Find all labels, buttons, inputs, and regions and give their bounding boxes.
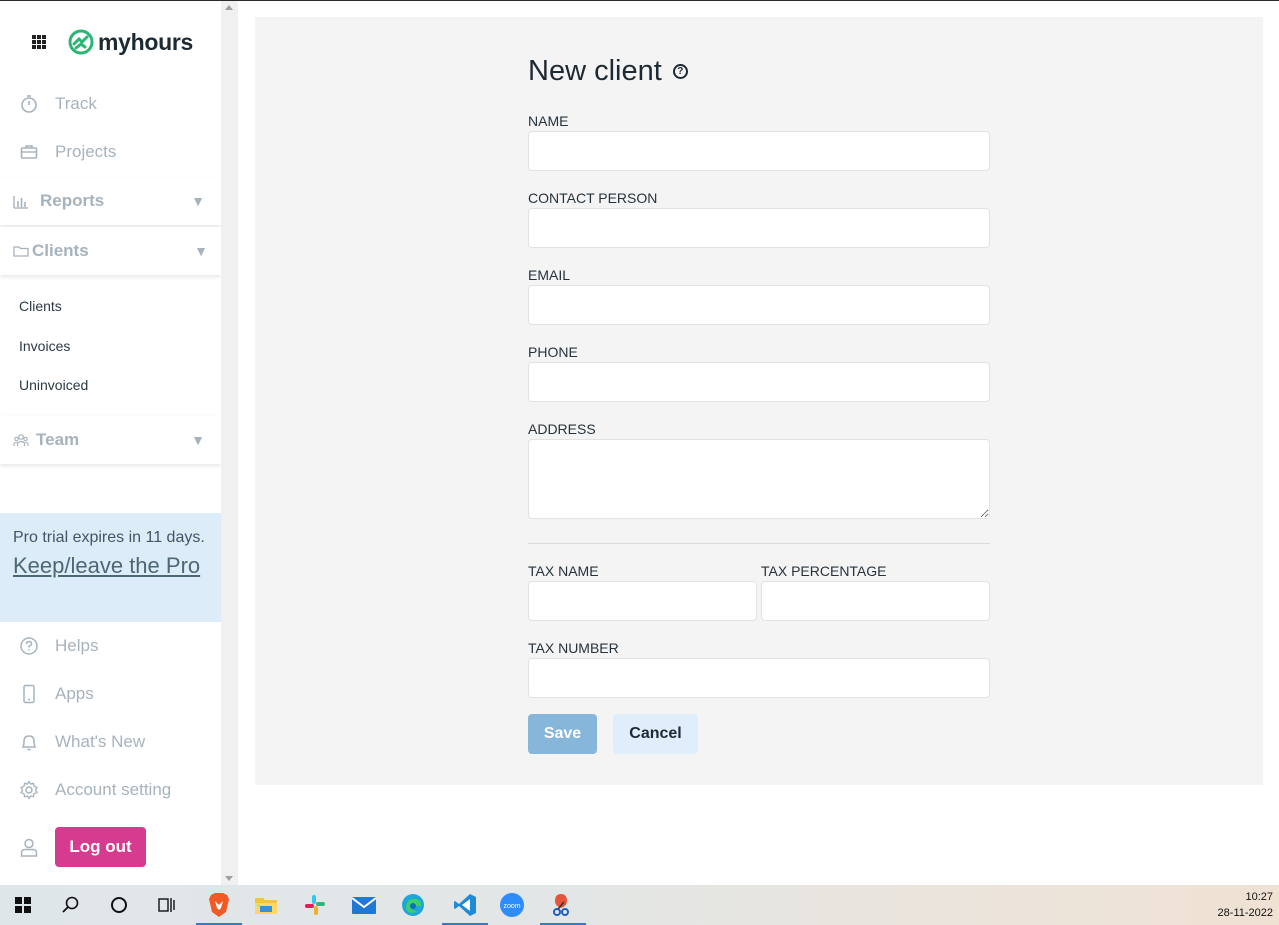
tax-percentage-input[interactable]: [761, 581, 990, 621]
section-reports-label: Reports: [40, 191, 105, 210]
nav-whats-new[interactable]: What's New: [0, 722, 221, 762]
cancel-button[interactable]: Cancel: [613, 714, 698, 754]
nav-projects-label: Projects: [55, 142, 117, 161]
system-clock[interactable]: 10:27 28-11-2022: [1218, 889, 1273, 921]
sidebar-subitem-clients[interactable]: Clients: [19, 298, 62, 314]
phone-label: PHONE: [528, 344, 578, 360]
pro-trial-text: Pro trial expires in 11 days.: [13, 529, 205, 546]
chevron-down-icon: ▼: [191, 432, 205, 448]
tax-number-label: TAX NUMBER: [528, 640, 619, 656]
task-view-icon[interactable]: [152, 890, 182, 920]
address-textarea[interactable]: [528, 439, 990, 519]
folder-icon: [13, 246, 29, 257]
chevron-down-icon: ▼: [191, 193, 205, 209]
help-icon[interactable]: ?: [672, 64, 688, 79]
svg-text:zoom: zoom: [503, 903, 520, 910]
nav-apps-label: Apps: [55, 684, 94, 703]
nav-account-setting[interactable]: Account setting: [0, 770, 221, 810]
tax-name-input[interactable]: [528, 581, 757, 621]
pro-trial-banner: Pro trial expires in 11 days. Keep/leave…: [0, 513, 221, 622]
stopwatch-icon: [21, 95, 37, 113]
briefcase-icon: [20, 145, 38, 159]
slack-icon[interactable]: [300, 890, 330, 920]
logout-button[interactable]: Log out: [55, 827, 146, 867]
scroll-up-arrow-icon[interactable]: [225, 5, 233, 10]
clock-time: 10:27: [1245, 891, 1273, 903]
tax-number-input[interactable]: [528, 658, 990, 698]
tax-percentage-label: TAX PERCENTAGE: [761, 563, 887, 579]
brave-browser-icon[interactable]: [196, 890, 242, 925]
zoom-icon[interactable]: zoom: [497, 890, 527, 920]
brand-name: myhours: [98, 28, 194, 55]
nav-track-label: Track: [55, 94, 97, 113]
team-icon: [13, 434, 29, 446]
nav-projects[interactable]: Projects: [0, 132, 221, 172]
email-input[interactable]: [528, 285, 990, 325]
page-title: New client: [528, 55, 662, 87]
myhours-logo-icon: [68, 29, 94, 55]
brand-logo[interactable]: myhours: [68, 28, 193, 56]
scroll-down-arrow-icon[interactable]: [225, 876, 233, 881]
section-clients[interactable]: Clients ▼: [0, 227, 221, 275]
nav-track[interactable]: Track: [0, 84, 221, 124]
windows-taskbar: zoom 10:27 28-11-2022: [0, 885, 1279, 925]
name-input[interactable]: [528, 131, 990, 171]
section-team-label: Team: [36, 430, 80, 449]
mail-icon[interactable]: [349, 890, 379, 920]
form-divider: [528, 543, 990, 544]
sidebar-subitem-invoices[interactable]: Invoices: [19, 338, 70, 354]
bar-chart-icon: [13, 196, 28, 209]
sidebar-scrollbar[interactable]: [221, 1, 238, 885]
save-button[interactable]: Save: [528, 714, 597, 754]
phone-input[interactable]: [528, 362, 990, 402]
sidebar: myhours Track Projects Reports ▼ Clients…: [0, 1, 221, 885]
edge-browser-icon[interactable]: [398, 890, 428, 920]
windows-start-icon[interactable]: [8, 890, 38, 920]
address-label: ADDRESS: [528, 421, 596, 437]
nav-helps[interactable]: Helps: [0, 626, 221, 666]
sidebar-subitem-uninvoiced[interactable]: Uninvoiced: [19, 377, 88, 393]
tax-name-label: TAX NAME: [528, 563, 599, 579]
title-row: New client ?: [528, 55, 688, 88]
section-clients-label: Clients: [32, 241, 89, 260]
main-content: New client ? NAME CONTACT PERSON EMAIL P…: [255, 17, 1263, 785]
section-reports[interactable]: Reports ▼: [0, 177, 221, 225]
question-circle-icon: [20, 637, 38, 655]
email-label: EMAIL: [528, 267, 571, 283]
logo-row: myhours: [0, 25, 221, 59]
user-icon: [20, 838, 38, 857]
file-explorer-icon[interactable]: [251, 890, 281, 920]
vscode-icon[interactable]: [442, 890, 488, 925]
nav-helps-label: Helps: [55, 636, 99, 655]
keep-leave-pro-link[interactable]: Keep/leave the Pro: [13, 553, 208, 579]
snipping-tool-icon[interactable]: [540, 890, 586, 925]
contact-person-label: CONTACT PERSON: [528, 190, 658, 206]
nav-account-setting-label: Account setting: [55, 780, 172, 799]
gear-icon: [20, 780, 38, 800]
name-label: NAME: [528, 113, 569, 129]
chevron-down-icon: ▼: [194, 243, 208, 259]
phone-icon: [23, 684, 35, 704]
clock-date: 28-11-2022: [1217, 907, 1273, 919]
cortana-icon[interactable]: [104, 890, 134, 920]
bell-icon: [21, 735, 37, 751]
nav-apps[interactable]: Apps: [0, 674, 221, 714]
apps-grid-icon[interactable]: [32, 35, 46, 49]
section-team[interactable]: Team ▼: [0, 416, 221, 464]
nav-whats-new-label: What's New: [55, 732, 146, 751]
search-icon[interactable]: [56, 890, 86, 920]
contact-person-input[interactable]: [528, 208, 990, 248]
